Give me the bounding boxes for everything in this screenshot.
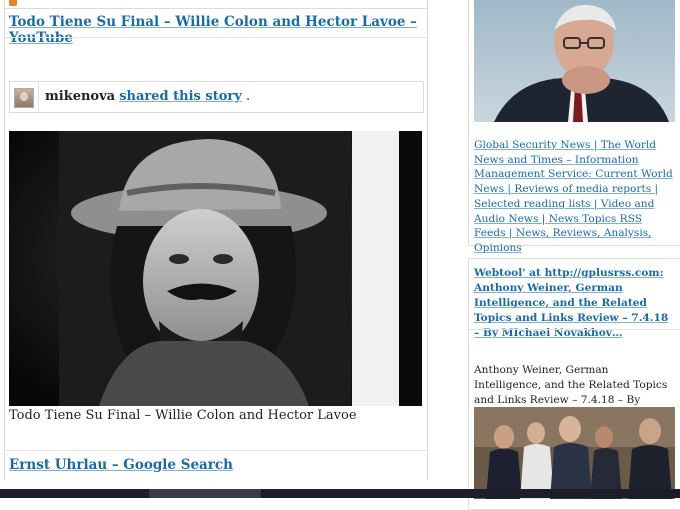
news-photo[interactable] xyxy=(474,407,675,499)
divider xyxy=(469,329,680,330)
video-caption: Todo Tiene Su Final – Willie Colon and H… xyxy=(9,408,357,423)
shared-story-link[interactable]: shared this story xyxy=(119,89,242,104)
google-search-link[interactable]: Ernst Uhrlau – Google Search xyxy=(9,457,233,473)
main-feed-column: Todo Tiene Su Final – Willie Colon and H… xyxy=(4,0,428,480)
user-avatar[interactable] xyxy=(14,88,34,108)
video-thumbnail[interactable] xyxy=(9,131,422,406)
share-trailing: . xyxy=(245,89,251,104)
rss-icon[interactable] xyxy=(9,0,17,6)
divider xyxy=(5,8,427,9)
portrait-image xyxy=(9,131,422,406)
divider xyxy=(5,37,427,38)
global-security-news-link[interactable]: Global Security News | The World News an… xyxy=(474,138,674,256)
profile-photo[interactable] xyxy=(474,0,675,122)
divider xyxy=(5,450,427,451)
sidebar-card-profile: Global Security News | The World News an… xyxy=(468,0,680,254)
share-username: mikenova xyxy=(45,89,116,104)
sidebar-card-article: Webtool' at http://gplusrss.com: Anthony… xyxy=(468,258,680,510)
share-text: mikenova shared this story . xyxy=(45,89,250,104)
portrait-image xyxy=(474,0,675,122)
share-attribution: mikenova shared this story . xyxy=(9,81,424,113)
taskbar-tab[interactable] xyxy=(149,489,261,498)
bottom-taskbar xyxy=(0,489,680,498)
divider xyxy=(38,82,39,112)
post-title-link[interactable]: Todo Tiene Su Final – Willie Colon and H… xyxy=(9,14,427,46)
news-image xyxy=(474,407,675,499)
